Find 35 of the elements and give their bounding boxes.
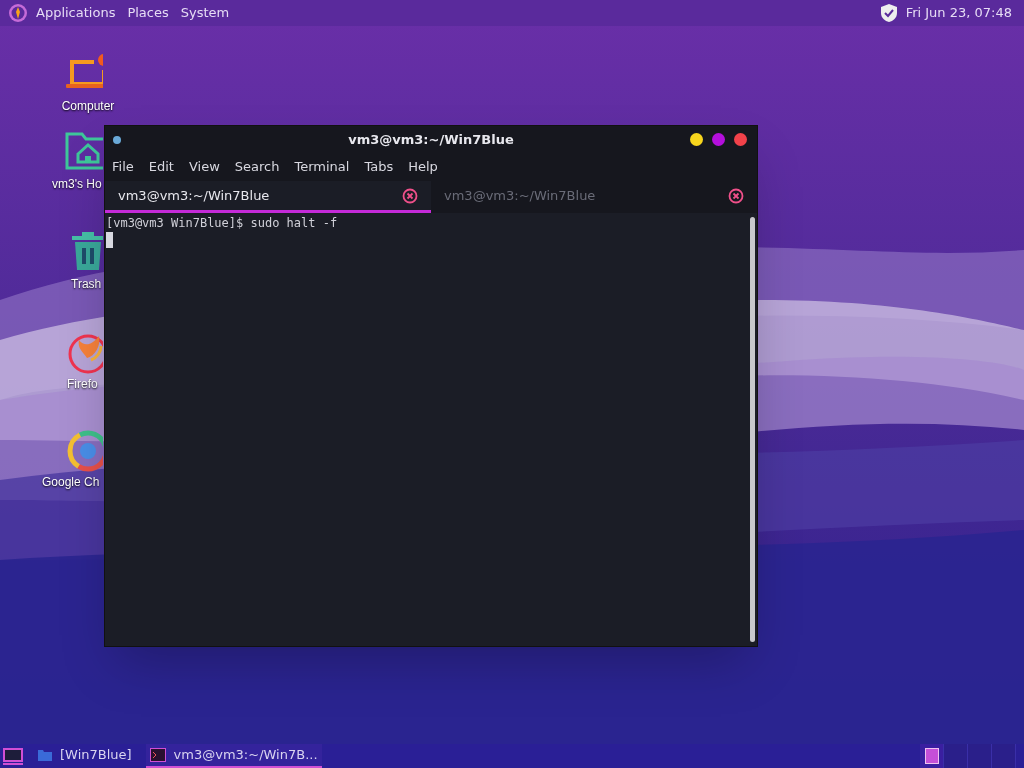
close-tab-icon[interactable] (402, 187, 418, 204)
menu-item[interactable]: Help (408, 157, 438, 177)
folder-icon (38, 749, 52, 761)
scrollbar-thumb[interactable] (749, 217, 755, 642)
workspace-button[interactable] (920, 744, 944, 768)
taskbar-item[interactable]: vm3@vm3:~/Win7B... (145, 744, 322, 768)
close-tab-icon[interactable] (728, 187, 744, 204)
menu-item[interactable]: Search (234, 157, 280, 177)
window-title: vm3@vm3:~/Win7Blue (348, 130, 514, 149)
menu-item[interactable]: File (112, 157, 134, 177)
icon-label[interactable]: Google Ch (42, 473, 100, 491)
panel-menu[interactable]: Places (127, 3, 169, 23)
close-button[interactable] (734, 133, 747, 146)
taskbar-item[interactable]: [Win7Blue] (34, 744, 136, 768)
icon-label[interactable]: Computer (61, 97, 115, 115)
menu-item[interactable]: Tabs (364, 157, 394, 177)
maximize-button[interactable] (712, 133, 725, 146)
text-cursor (106, 232, 113, 248)
terminal-tab[interactable]: vm3@vm3:~/Win7Blue (105, 181, 431, 213)
menu-item[interactable]: Terminal (294, 157, 350, 177)
terminal-line: [vm3@vm3 Win7Blue]$ sudo halt -f (106, 215, 339, 232)
show-desktop-icon[interactable] (2, 747, 24, 765)
clock[interactable]: Fri Jun 23, 07:48 (905, 3, 1016, 23)
menu-item[interactable]: Edit (148, 157, 174, 177)
panel-menu[interactable]: System (180, 3, 230, 23)
app-menu-icon[interactable] (8, 3, 28, 23)
panel-menu[interactable]: Applications (36, 3, 116, 23)
icon-label[interactable]: Trash (71, 275, 102, 293)
terminal-icon (149, 748, 166, 762)
menu-item[interactable]: View (188, 157, 220, 177)
icon-label[interactable]: vm3's Ho (52, 175, 102, 193)
minimize-button[interactable] (690, 133, 703, 146)
terminal-content[interactable]: [vm3@vm3 Win7Blue]$ sudo halt -f (105, 213, 747, 646)
shield-icon[interactable] (879, 3, 898, 23)
home-folder-icon[interactable] (64, 130, 103, 172)
